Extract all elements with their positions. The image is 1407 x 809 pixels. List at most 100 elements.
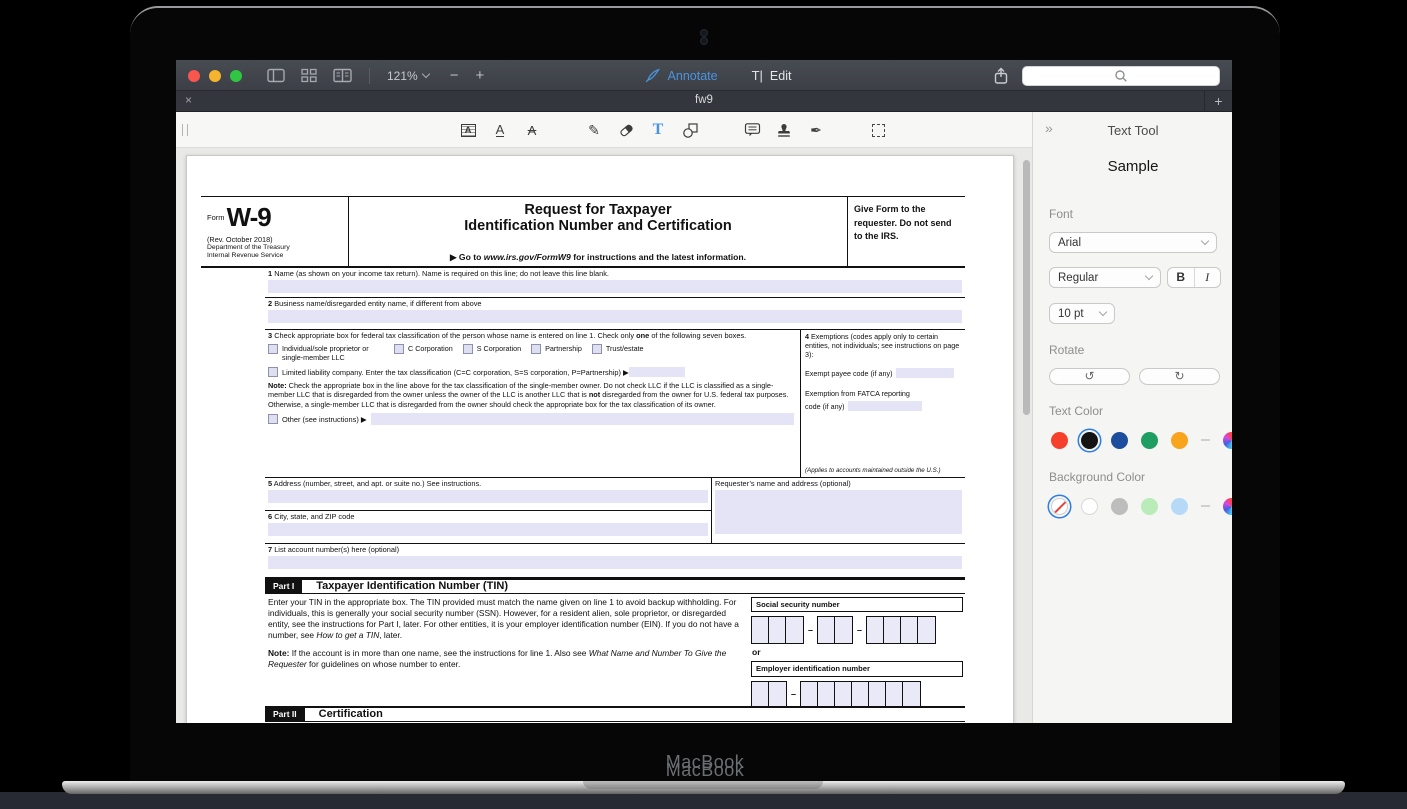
ein-cell[interactable] xyxy=(852,682,869,706)
ssn-cell[interactable] xyxy=(867,617,884,643)
requester-input[interactable] xyxy=(715,490,962,534)
rotate-ccw-button[interactable]: ↺ xyxy=(1049,368,1130,385)
individual-checkbox[interactable] xyxy=(268,344,278,354)
c-corporation-checkbox[interactable] xyxy=(394,344,404,354)
background-color-gray-swatch[interactable] xyxy=(1111,498,1128,515)
form-header-center: Request for Taxpayer Identification Numb… xyxy=(349,197,847,266)
rotate-cw-button[interactable]: ↻ xyxy=(1139,368,1220,385)
strikethrough-tool-button[interactable]: A xyxy=(520,117,544,143)
ein-cell[interactable] xyxy=(769,682,786,706)
applies-note: (Applies to accounts maintained outside … xyxy=(805,467,941,475)
sidebar-toggle-button[interactable] xyxy=(267,68,285,83)
font-size-select[interactable]: 10 pt xyxy=(1049,303,1115,324)
s-corporation-checkbox[interactable] xyxy=(463,344,473,354)
part1-chip: Part I xyxy=(265,579,302,594)
text-color-green-swatch[interactable] xyxy=(1141,432,1158,449)
text-color-red-swatch[interactable] xyxy=(1051,432,1068,449)
pencil-tool-button[interactable]: ✎ xyxy=(582,117,606,143)
ssn-cell[interactable] xyxy=(884,617,901,643)
italic-button[interactable]: I xyxy=(1195,268,1221,287)
traffic-zoom-button[interactable] xyxy=(230,70,242,82)
traffic-close-button[interactable] xyxy=(188,70,200,82)
ein-cell[interactable] xyxy=(835,682,852,706)
name-input[interactable] xyxy=(268,280,962,293)
signature-tool-button[interactable]: ✒ xyxy=(804,117,828,143)
form-line5: 5 Address (number, street, and apt. or s… xyxy=(265,478,711,511)
ssn-cell[interactable] xyxy=(752,617,769,643)
other-checkbox[interactable] xyxy=(268,414,278,424)
ein-cell[interactable] xyxy=(801,682,818,706)
document-tab[interactable]: fw9 xyxy=(176,94,1232,106)
text-color-orange-swatch[interactable] xyxy=(1171,432,1188,449)
background-color-green-swatch[interactable] xyxy=(1141,498,1158,515)
requester-cell: Requester’s name and address (optional) xyxy=(711,478,965,543)
toolbar-drag-handle[interactable] xyxy=(182,124,188,136)
traffic-minimize-button[interactable] xyxy=(209,70,221,82)
thumbnails-view-button[interactable] xyxy=(301,68,317,83)
swatch-separator xyxy=(1201,439,1210,441)
background-color-white-swatch[interactable] xyxy=(1081,498,1098,515)
fatca-code-input[interactable] xyxy=(848,401,922,411)
shapes-tool-button[interactable] xyxy=(678,117,702,143)
business-name-input[interactable] xyxy=(268,310,962,323)
font-style-select[interactable]: Regular xyxy=(1049,267,1161,288)
new-tab-button[interactable]: + xyxy=(1204,91,1232,112)
two-page-view-button[interactable] xyxy=(333,68,352,83)
stamp-tool-button[interactable] xyxy=(772,117,796,143)
chevron-down-icon xyxy=(1099,308,1107,316)
form-number: W-9 xyxy=(227,202,271,232)
text-tool-button[interactable]: T xyxy=(646,117,670,143)
select-tool-button[interactable] xyxy=(866,117,890,143)
city-state-zip-input[interactable] xyxy=(268,523,708,536)
ein-cell[interactable] xyxy=(818,682,835,706)
ssn-cell[interactable] xyxy=(918,617,935,643)
zoom-out-button[interactable]: − xyxy=(446,67,463,84)
font-style-value: Regular xyxy=(1058,272,1098,284)
background-color-none-swatch[interactable] xyxy=(1051,498,1068,515)
text-tool-sidebar: » Text Tool Sample Font Arial Regular B … xyxy=(1032,112,1232,723)
address-input[interactable] xyxy=(268,490,708,503)
highlight-tool-button[interactable]: A xyxy=(456,117,480,143)
other-input[interactable] xyxy=(371,413,794,425)
pencil-icon: ✎ xyxy=(588,122,600,139)
underline-tool-button[interactable]: A xyxy=(488,117,512,143)
ssn-cell[interactable] xyxy=(769,617,786,643)
background-color-wheel-swatch[interactable] xyxy=(1223,498,1232,515)
zoom-level-dropdown[interactable]: 121% xyxy=(387,69,429,83)
annotation-toolbar: A A A ✎ T xyxy=(176,112,1032,148)
trust-estate-checkbox[interactable] xyxy=(592,344,602,354)
eraser-tool-button[interactable] xyxy=(614,117,638,143)
stamp-icon xyxy=(776,122,792,138)
chevron-down-icon xyxy=(421,70,429,78)
font-family-select[interactable]: Arial xyxy=(1049,232,1217,253)
background-color-blue-swatch[interactable] xyxy=(1171,498,1188,515)
llc-checkbox[interactable] xyxy=(268,367,278,377)
ein-cell[interactable] xyxy=(752,682,769,706)
llc-classification-input[interactable] xyxy=(629,367,685,377)
ein-cell[interactable] xyxy=(903,682,920,706)
ssn-cell[interactable] xyxy=(818,617,835,643)
ein-cell[interactable] xyxy=(869,682,886,706)
note-tool-button[interactable] xyxy=(740,117,764,143)
document-scrollbar[interactable] xyxy=(1023,160,1030,415)
ein-cell[interactable] xyxy=(886,682,903,706)
annotate-tab[interactable]: Annotate xyxy=(645,68,718,83)
bold-italic-group: B I xyxy=(1167,267,1221,288)
edit-tab[interactable]: T| Edit xyxy=(752,68,792,83)
zoom-in-button[interactable]: + xyxy=(471,67,488,84)
share-button[interactable] xyxy=(993,67,1009,85)
ssn-cell[interactable] xyxy=(835,617,852,643)
text-color-blue-swatch[interactable] xyxy=(1111,432,1128,449)
partnership-checkbox[interactable] xyxy=(531,344,541,354)
app-screen: 121% − + Annotate T| Edit xyxy=(176,60,1232,723)
ssn-cell[interactable] xyxy=(901,617,918,643)
signature-pen-icon: ✒ xyxy=(810,122,822,139)
text-color-black-swatch[interactable] xyxy=(1081,432,1098,449)
bold-button[interactable]: B xyxy=(1168,268,1195,287)
text-color-wheel-swatch[interactable] xyxy=(1223,432,1232,449)
account-numbers-input[interactable] xyxy=(268,556,962,569)
exempt-payee-code-input[interactable] xyxy=(896,368,954,378)
other-row: Other (see instructions) ▶ xyxy=(268,413,794,425)
search-input[interactable] xyxy=(1022,66,1220,86)
ssn-cell[interactable] xyxy=(786,617,803,643)
